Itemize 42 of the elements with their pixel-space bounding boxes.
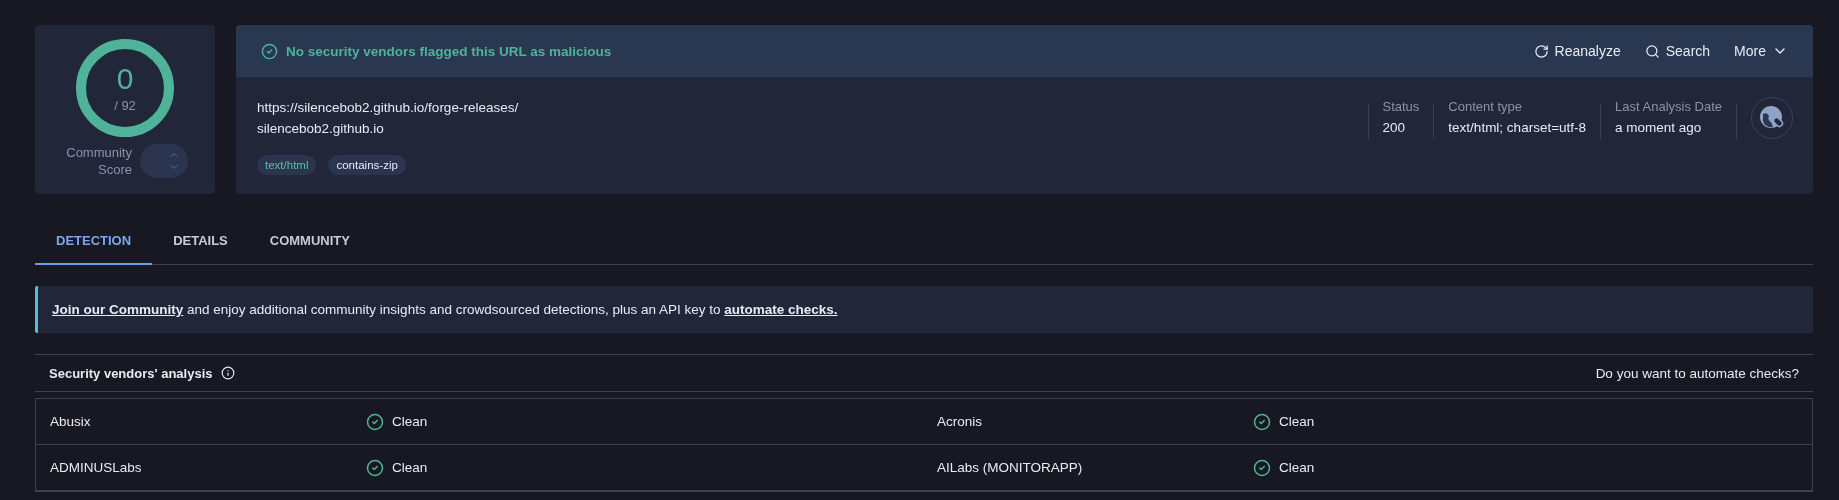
domain-text: silencebob2.github.io (257, 120, 385, 138)
vendor-name: ADMINUSLabs (49, 460, 143, 475)
score-value: 0 (116, 63, 134, 94)
check-icon (1253, 412, 1271, 431)
check-icon (1253, 458, 1271, 477)
score-total: / 92 (114, 97, 136, 113)
meta-label: Last Analysis Date (1615, 98, 1722, 116)
banner-link[interactable]: automate checks. (724, 302, 838, 317)
section-title: Security vendors' analysis (49, 365, 213, 381)
meta-value: 200 (1382, 119, 1407, 137)
meta-value: text/html; charset=utf-8 (1448, 119, 1587, 137)
refresh-icon (1533, 43, 1549, 59)
check-icon (261, 42, 278, 60)
tag: contains-zip (328, 155, 406, 175)
check-icon (366, 458, 384, 477)
search-icon (1644, 43, 1660, 59)
tab[interactable]: COMMUNITY (248, 219, 371, 265)
meta-value: a moment ago (1615, 119, 1703, 137)
more-button[interactable]: More (1734, 43, 1788, 59)
meta-label: Content type (1448, 98, 1524, 116)
result-text: Clean (392, 460, 428, 475)
score-label: Community Score (65, 144, 132, 178)
vendor-name: AILabs (MONITORAPP) (936, 460, 1084, 475)
automate-prompt[interactable]: Do you want to automate checks? (1595, 365, 1799, 381)
result-text: Clean (1279, 414, 1315, 429)
tab[interactable]: DETECTION (35, 219, 153, 265)
banner-text: Join our Community and enjoy additional community insights and crowdsourced detections, plus an API key to automate checks. (52, 302, 838, 317)
result-text: Clean (1279, 460, 1315, 475)
banner-link[interactable]: Join our Community (52, 302, 184, 317)
info-icon[interactable] (220, 366, 235, 380)
vendor-name: Abusix (49, 414, 92, 429)
tag: text/html (257, 155, 317, 175)
verdict-text: No security vendors flagged this URL as malicious (286, 43, 613, 59)
url-text: https://silencebob2.github.io/forge-releases/ (257, 99, 520, 117)
vendor-name: Acronis (936, 414, 983, 429)
tab[interactable]: DETAILS (152, 219, 249, 265)
search-button[interactable]: Search (1644, 43, 1711, 59)
meta-label: Status (1382, 98, 1420, 116)
vote-control[interactable] (140, 144, 188, 178)
reanalyze-button[interactable]: Reanalyze (1533, 43, 1621, 59)
check-icon (366, 412, 384, 431)
result-text: Clean (392, 414, 428, 429)
